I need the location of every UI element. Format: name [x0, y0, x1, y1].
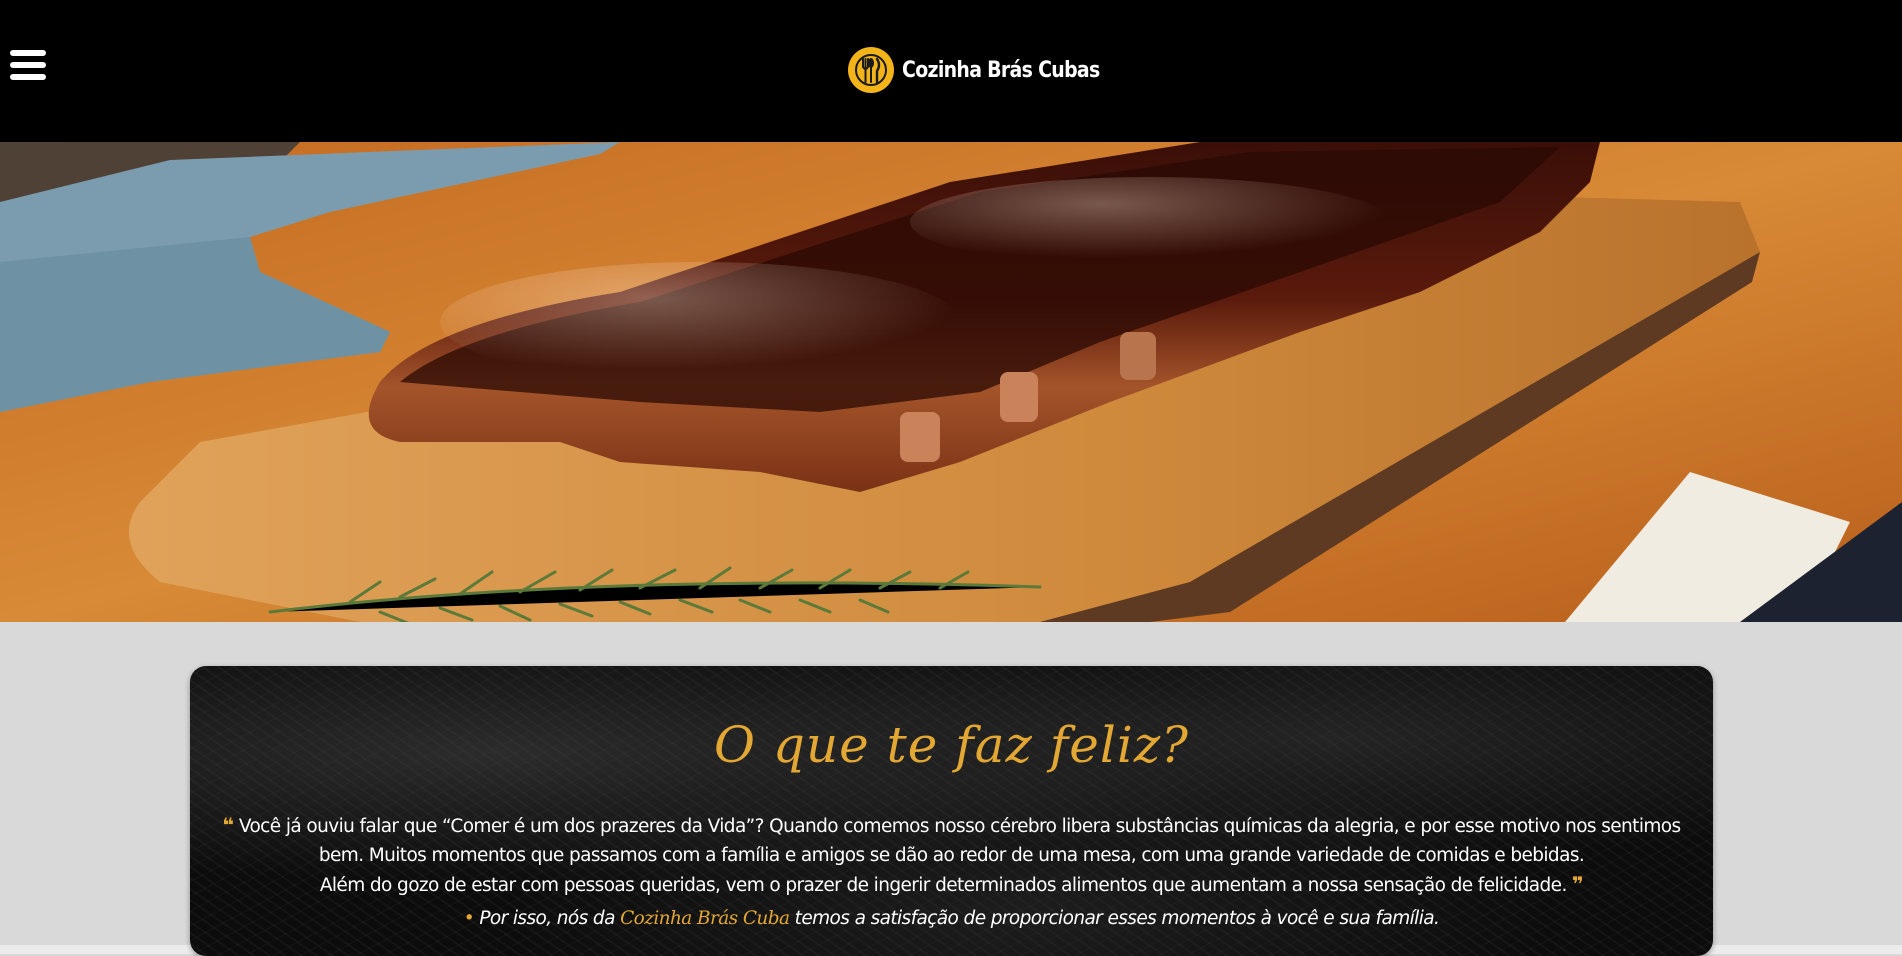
hamburger-menu-icon[interactable]: [10, 50, 46, 90]
tagline-before: Por isso, nós da: [479, 908, 615, 929]
brand-link[interactable]: Cozinha Brás Cubas: [848, 45, 1132, 95]
ribs-illustration: [0, 142, 1902, 622]
tagline-after: temos a satisfação de proporcionar esses…: [794, 908, 1440, 929]
menu-bar: [10, 62, 46, 68]
cutlery-logo-icon: [848, 47, 894, 93]
tagline-bullet: •: [463, 908, 475, 929]
brand-name: Cozinha Brás Cubas: [902, 57, 1100, 83]
card-quote: ❝ Você já ouviu falar que “Comer é um do…: [210, 811, 1693, 900]
top-navbar: Cozinha Brás Cubas: [0, 0, 1902, 142]
happiness-card: O que te faz feliz? ❝ Você já ouviu fala…: [190, 666, 1713, 956]
quote-paragraph-2: Além do gozo de estar com pessoas querid…: [319, 875, 1568, 896]
menu-bar: [10, 50, 46, 56]
quote-open-icon: ❝: [222, 813, 234, 837]
hero-image: [0, 142, 1902, 622]
quote-close-icon: ❞: [1572, 872, 1584, 896]
quote-paragraph-1: Você já ouviu falar que “Comer é um dos …: [238, 816, 1681, 866]
menu-bar: [10, 74, 46, 80]
card-title: O que te faz feliz?: [714, 716, 1189, 774]
tagline-brand: Cozinha Brás Cuba: [620, 908, 790, 929]
card-tagline: • Por isso, nós da Cozinha Brás Cuba tem…: [190, 908, 1713, 929]
